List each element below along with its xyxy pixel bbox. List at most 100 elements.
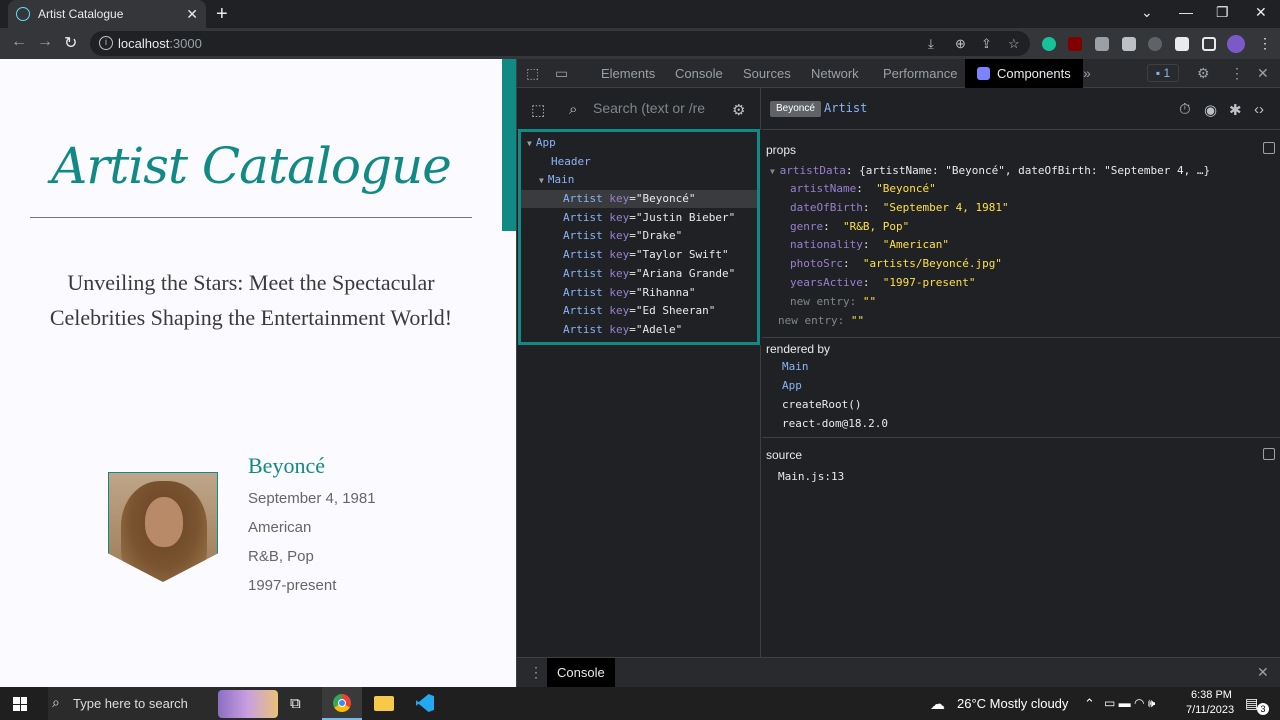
tree-node-artist[interactable]: Artist key="Taylor Swift": [521, 246, 757, 264]
props-title: props: [766, 143, 797, 157]
source-file-link[interactable]: Main.js:13: [778, 470, 844, 483]
prop-field[interactable]: dateOfBirth: "September 4, 1981": [790, 201, 1009, 214]
zoom-icon[interactable]: ⊕: [955, 36, 966, 52]
tree-node-header[interactable]: Header: [521, 153, 757, 171]
file-explorer-taskbar-icon[interactable]: [364, 687, 404, 720]
code-icon[interactable]: ‹›: [1254, 101, 1264, 118]
page-tagline: Unveiling the Stars: Meet the Spectacula…: [49, 270, 453, 330]
copy-props-icon[interactable]: [1263, 142, 1275, 154]
reload-icon[interactable]: ↻: [64, 33, 77, 53]
site-info-icon[interactable]: i: [99, 36, 113, 50]
site-brand-title: Artist Catalogue: [51, 137, 452, 195]
tab-elements[interactable]: Elements: [601, 66, 655, 81]
close-window-button[interactable]: ✕: [1255, 4, 1267, 21]
tree-node-artist[interactable]: Artist key="Drake": [521, 227, 757, 245]
tree-node-artist[interactable]: Artist key="Ariana Grande": [521, 265, 757, 283]
tab-sources[interactable]: Sources: [743, 66, 791, 81]
tree-node-artist[interactable]: Artist key="Justin Bieber": [521, 209, 757, 227]
back-icon[interactable]: ←: [11, 33, 27, 51]
tab-console[interactable]: Console: [675, 66, 723, 81]
tab-performance[interactable]: Performance: [883, 66, 957, 81]
tab-strip: Artist Catalogue ✕ + ⌄ — ❐ ✕: [0, 0, 1280, 28]
rendered-by-app[interactable]: App: [782, 379, 802, 392]
breadcrumb-parent[interactable]: Beyoncé: [770, 101, 821, 117]
url-text: localhost:3000: [118, 36, 202, 51]
chrome-menu-icon[interactable]: ⋮: [1258, 35, 1272, 51]
grammarly-extension-icon[interactable]: [1042, 37, 1056, 51]
select-element-icon[interactable]: ⬚: [531, 101, 545, 119]
tree-node-app[interactable]: ▼ App: [521, 134, 757, 152]
share-icon[interactable]: ⇪: [981, 36, 992, 52]
forward-icon[interactable]: →: [37, 33, 53, 51]
ublock-extension-icon[interactable]: [1068, 37, 1082, 51]
tree-node-main[interactable]: ▼ Main: [521, 171, 757, 189]
component-search-input[interactable]: Search (text or /re: [593, 100, 705, 116]
maximize-button[interactable]: ❐: [1216, 4, 1229, 21]
vscode-taskbar-icon[interactable]: [405, 687, 445, 720]
kebab-menu-icon[interactable]: ⋮: [1230, 65, 1244, 82]
side-panel-icon[interactable]: [1202, 37, 1216, 51]
new-entry[interactable]: new entry: "": [778, 314, 864, 327]
rendered-by-title: rendered by: [766, 342, 831, 356]
inspect-element-icon[interactable]: ⬚: [526, 65, 539, 82]
show-hidden-icons[interactable]: ⌃: [1084, 696, 1095, 712]
device-toolbar-icon[interactable]: ▭: [555, 65, 568, 82]
copy-source-icon[interactable]: [1263, 448, 1275, 460]
weather-text[interactable]: 26°C Mostly cloudy: [957, 696, 1068, 711]
more-tabs-icon[interactable]: »: [1083, 65, 1091, 81]
prop-field[interactable]: genre: "R&B, Pop": [790, 220, 909, 233]
devtools-drawer: ⋮ Console ✕: [517, 657, 1280, 688]
minimize-button[interactable]: —: [1179, 4, 1193, 20]
rendered-by-section: rendered by Main App createRoot() react-…: [762, 338, 1280, 438]
tab-search-icon[interactable]: ⌄: [1141, 4, 1153, 21]
browser-tab[interactable]: Artist Catalogue ✕: [8, 0, 206, 28]
extensions-puzzle-icon[interactable]: [1175, 37, 1189, 51]
camera-extension-icon[interactable]: [1122, 37, 1136, 51]
windows-start-icon[interactable]: [13, 697, 27, 711]
tree-node-artist[interactable]: Artist key="Adele": [521, 321, 757, 339]
prop-field[interactable]: nationality: "American": [790, 238, 949, 251]
issues-badge[interactable]: ▪ 1: [1147, 64, 1179, 82]
prop-field[interactable]: yearsActive: "1997-present": [790, 276, 975, 289]
tree-node-artist[interactable]: Artist key="Rihanna": [521, 284, 757, 302]
taskbar-search-box[interactable]: ⌕ Type here to search: [48, 687, 328, 720]
nested-new-entry[interactable]: new entry: "": [790, 295, 876, 308]
tab-network[interactable]: Network: [811, 66, 859, 81]
bug-icon[interactable]: ✱: [1229, 101, 1242, 119]
rendered-by-main[interactable]: Main: [782, 360, 809, 373]
artist-data-summary[interactable]: ▼ artistData: {artistName: "Beyoncé", da…: [770, 164, 1210, 177]
prop-field[interactable]: artistName: "Beyoncé": [790, 182, 936, 195]
source-section: source Main.js:13: [762, 438, 1280, 657]
tree-settings-icon[interactable]: ⚙: [732, 101, 745, 119]
chrome-taskbar-icon[interactable]: [322, 687, 362, 720]
clock-time[interactable]: 6:38 PM: [1191, 689, 1232, 701]
drawer-tab-console[interactable]: Console: [547, 658, 615, 688]
system-tray-icons[interactable]: ▭ ▬ ◠ 🕪: [1104, 696, 1155, 711]
eye-icon[interactable]: ◉: [1204, 101, 1217, 119]
install-icon[interactable]: ⤓: [928, 36, 934, 52]
settings-gear-icon[interactable]: ⚙: [1197, 65, 1210, 82]
prop-field[interactable]: photoSrc: "artists/Beyoncé.jpg": [790, 257, 1002, 270]
new-tab-button[interactable]: +: [216, 3, 228, 26]
tree-node-artist[interactable]: Artist key="Ed Sheeran": [521, 302, 757, 320]
close-drawer-icon[interactable]: ✕: [1257, 664, 1269, 681]
close-devtools-icon[interactable]: ✕: [1257, 65, 1269, 82]
tree-node-artist[interactable]: Artist key="Beyoncé": [521, 190, 757, 208]
windows-taskbar: ⌕ Type here to search ⧉ ☁ 26°C Mostly cl…: [0, 687, 1280, 720]
close-tab-icon[interactable]: ✕: [186, 6, 198, 23]
profile-avatar[interactable]: [1227, 35, 1245, 53]
header-divider: [30, 217, 472, 218]
bookmark-star-icon[interactable]: ☆: [1008, 36, 1020, 52]
devtools-panel: ⬚ ▭ Elements Console Sources Network Per…: [516, 59, 1280, 688]
browser-toolbar: ← → ↻ i localhost:3000 ⤓ ⊕ ⇪ ☆: [0, 28, 1280, 59]
extension-k-icon[interactable]: [1095, 37, 1109, 51]
page-viewport: Artist Catalogue Unveiling the Stars: Me…: [0, 59, 516, 687]
task-view-icon[interactable]: ⧉: [290, 695, 301, 712]
extension-icon[interactable]: [1148, 37, 1162, 51]
tab-components[interactable]: Components: [965, 59, 1083, 88]
clock-date[interactable]: 7/11/2023: [1186, 704, 1234, 716]
component-tree-empty: [517, 345, 761, 657]
address-bar[interactable]: i localhost:3000: [90, 31, 1030, 56]
drawer-menu-icon[interactable]: ⋮: [529, 664, 543, 681]
timer-icon[interactable]: ⏱: [1179, 101, 1191, 118]
